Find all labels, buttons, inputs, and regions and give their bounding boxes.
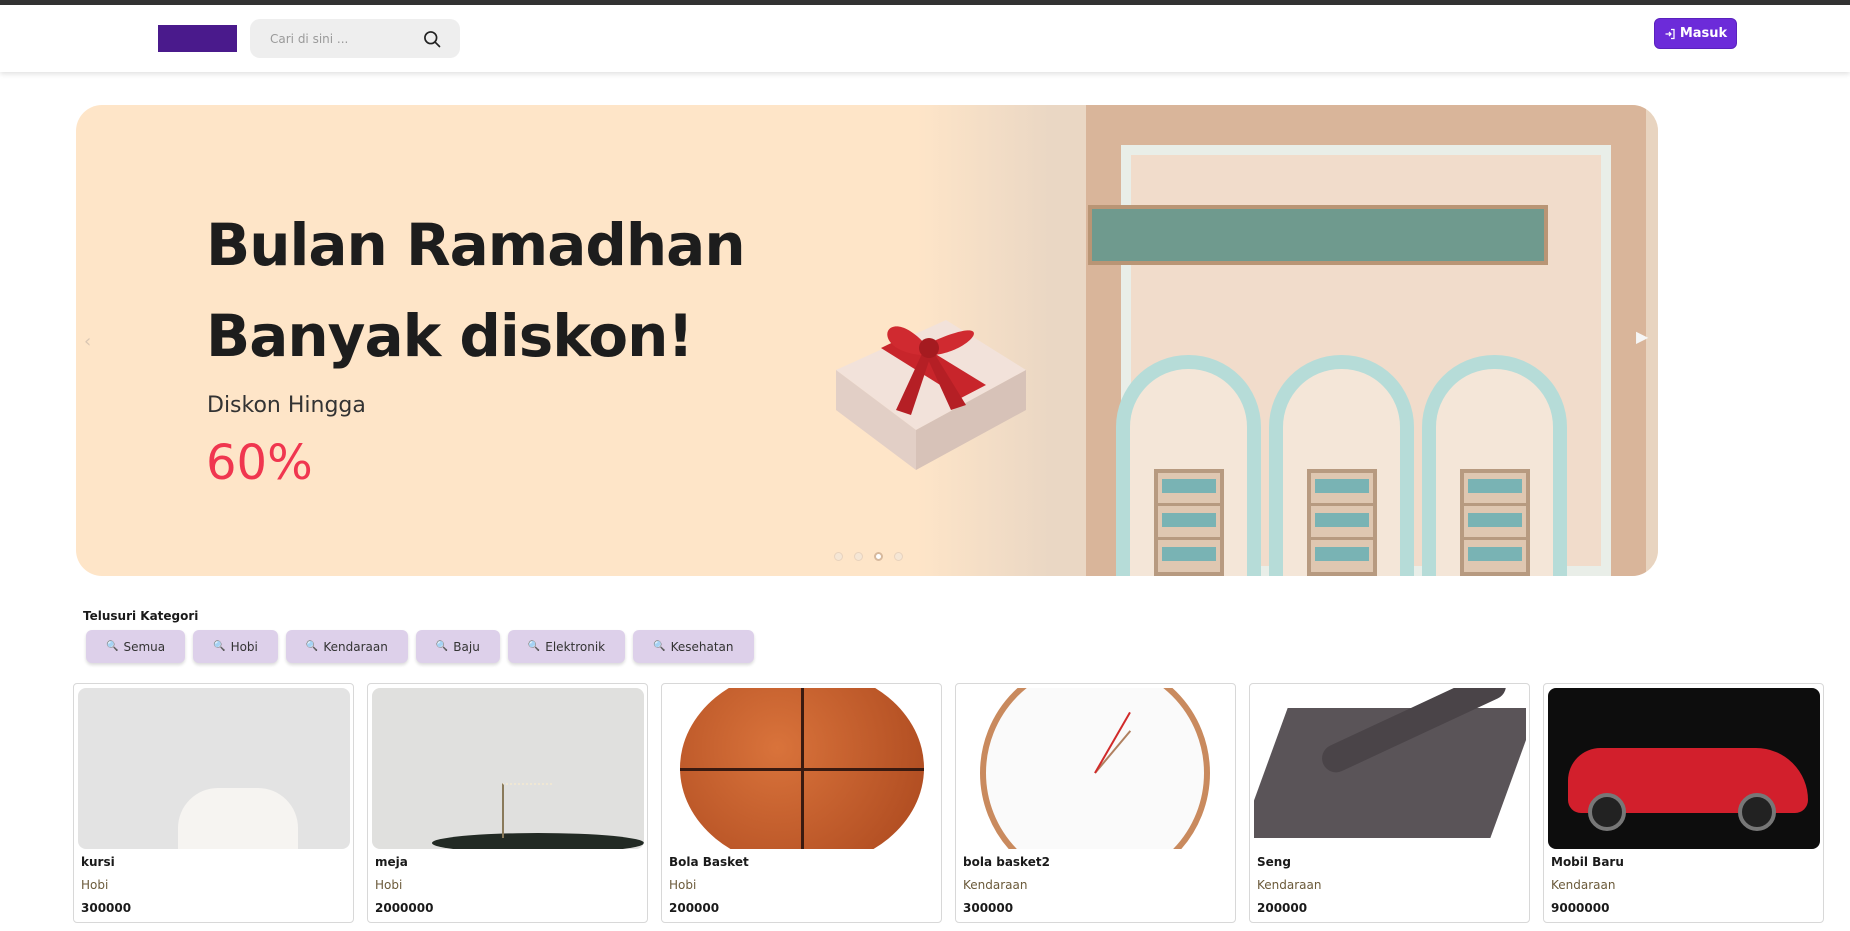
product-category: Kendaraan	[1551, 878, 1616, 892]
discount-label: Diskon Hingga	[207, 393, 366, 418]
arch-image	[1116, 355, 1261, 576]
product-price: 300000	[81, 901, 132, 915]
banner-headline-1: Bulan Ramadhan	[206, 211, 746, 279]
navbar: Masuk	[0, 5, 1850, 72]
product-image-chair	[78, 688, 350, 849]
product-image-basketball	[666, 688, 938, 849]
category-chip-semua[interactable]: 🔍 Semua	[86, 630, 186, 663]
category-chip-hobi[interactable]: 🔍 Hobi	[193, 630, 278, 663]
search-input[interactable]	[270, 31, 420, 46]
product-category: Hobi	[669, 878, 697, 892]
carousel-dot[interactable]	[854, 552, 863, 561]
banner-headline-2: Banyak diskon!	[206, 302, 694, 370]
login-button[interactable]: Masuk	[1654, 18, 1737, 49]
category-chip-elektronik[interactable]: 🔍 Elektronik	[507, 630, 626, 663]
product-price: 300000	[963, 901, 1014, 915]
product-image-felt	[1254, 688, 1526, 849]
carousel-indicators	[834, 552, 903, 561]
promo-carousel[interactable]: Bulan Ramadhan Banyak diskon! Diskon Hin…	[76, 105, 1658, 576]
product-card[interactable]: Mobil Baru Kendaraan 9000000	[1543, 683, 1824, 923]
search-icon: 🔍	[106, 641, 119, 652]
product-name: meja	[375, 855, 408, 869]
search-icon: 🔍	[213, 641, 226, 652]
arch-image	[1269, 355, 1414, 576]
product-image-car	[1548, 688, 1820, 849]
product-category: Kendaraan	[963, 878, 1028, 892]
product-price: 9000000	[1551, 901, 1610, 915]
product-card[interactable]: bola basket2 Kendaraan 300000	[955, 683, 1236, 923]
product-name: kursi	[81, 855, 115, 869]
product-price: 2000000	[375, 901, 434, 915]
discount-value: 60%	[206, 435, 313, 491]
carousel-next-icon[interactable]: ▶	[1636, 327, 1648, 346]
product-price: 200000	[669, 901, 720, 915]
product-card[interactable]: Seng Kendaraan 200000	[1249, 683, 1530, 923]
category-chip-kesehatan[interactable]: 🔍 Kesehatan	[633, 630, 754, 663]
carousel-prev-icon[interactable]: ‹	[84, 331, 91, 352]
product-category: Hobi	[81, 878, 109, 892]
category-chip-kendaraan[interactable]: 🔍 Kendaraan	[285, 630, 408, 663]
carousel-dot[interactable]	[894, 552, 903, 561]
carousel-dot-active[interactable]	[874, 552, 883, 561]
login-label: Masuk	[1679, 26, 1728, 41]
product-card[interactable]: meja Hobi 2000000	[367, 683, 648, 923]
gift-box-image	[836, 320, 1026, 470]
product-card[interactable]: kursi Hobi 300000	[73, 683, 354, 923]
carousel-dot[interactable]	[834, 552, 843, 561]
arch-image	[1422, 355, 1567, 576]
search-icon[interactable]	[422, 29, 442, 49]
brand-logo[interactable]	[158, 25, 237, 52]
search-icon: 🔍	[653, 641, 666, 652]
product-price: 200000	[1257, 901, 1308, 915]
search-icon: 🔍	[527, 641, 541, 652]
product-name: bola basket2	[963, 855, 1050, 869]
product-grid: kursi Hobi 300000 meja Hobi 2000000 Bola…	[73, 683, 1824, 923]
category-chip-baju[interactable]: 🔍 Baju	[415, 630, 500, 663]
category-section-title: Telusuri Kategori	[83, 609, 199, 623]
product-category: Kendaraan	[1257, 878, 1322, 892]
product-name: Seng	[1257, 855, 1291, 869]
product-category: Hobi	[375, 878, 403, 892]
product-card[interactable]: Bola Basket Hobi 200000	[661, 683, 942, 923]
search-box	[250, 19, 460, 58]
search-icon: 🔍	[435, 641, 449, 652]
search-icon: 🔍	[305, 641, 319, 652]
product-image-table	[372, 688, 644, 849]
category-chips: 🔍 Semua 🔍 Hobi 🔍 Kendaraan 🔍 Baju 🔍 Elektroni…	[86, 630, 754, 663]
product-name: Bola Basket	[669, 855, 749, 869]
product-image-watch	[960, 688, 1232, 849]
login-icon	[1665, 28, 1675, 39]
calligraphy-panel	[1088, 205, 1548, 265]
product-name: Mobil Baru	[1551, 855, 1624, 869]
